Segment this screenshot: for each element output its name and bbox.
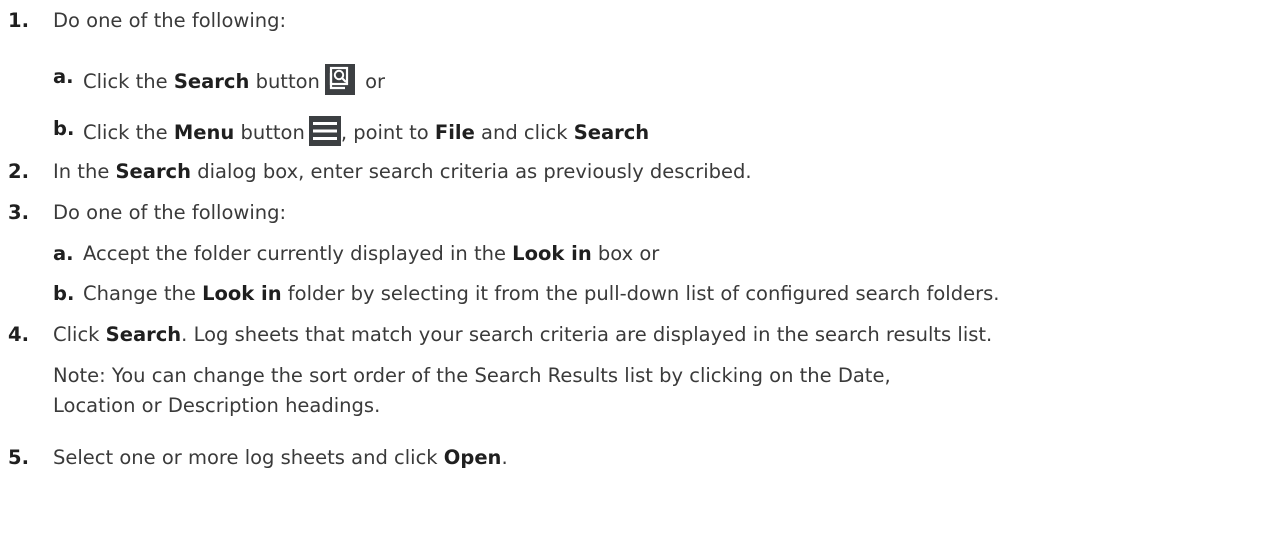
substep-letter: a.	[53, 65, 74, 88]
search-label: Search	[173, 70, 250, 93]
substep-letter: a.	[53, 242, 74, 265]
step-text: In the Search dialog box, enter search c…	[53, 160, 752, 183]
substep-text: Change the Look in folder by selecting i…	[83, 282, 1000, 305]
step-number: 1.	[8, 9, 29, 32]
step-number: 2.	[8, 160, 29, 183]
step-text: Click Search. Log sheets that match your…	[53, 323, 993, 346]
step-text: Do one of the following:	[53, 201, 287, 224]
step-number: 4.	[8, 323, 29, 346]
step-number: 3.	[8, 201, 29, 224]
substep-letter: b.	[53, 117, 75, 140]
substep-text: Click the Menu button, point to File and…	[83, 116, 649, 146]
menu-label: Menu	[173, 121, 235, 144]
substep-text: Accept the folder currently displayed in…	[83, 242, 660, 265]
step-text: Select one or more log sheets and click …	[53, 446, 508, 469]
substep-letter: b.	[53, 282, 75, 305]
substep-text: Click the Search button or	[83, 64, 385, 95]
step-text: Do one of the following:	[53, 9, 287, 32]
search-icon	[324, 64, 355, 95]
note-line-2: Location or Description headings.	[53, 394, 381, 417]
note-line-1: Note: You can change the sort order of t…	[53, 364, 891, 387]
step-number: 5.	[8, 446, 29, 469]
menu-icon	[308, 116, 341, 146]
